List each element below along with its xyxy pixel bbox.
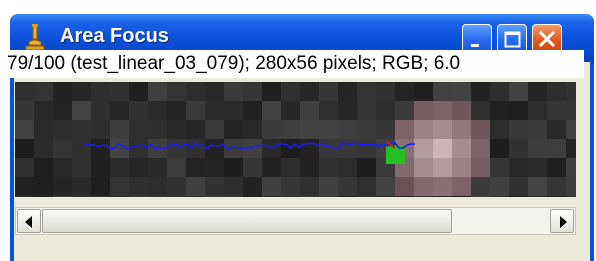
scrollbar-track[interactable] xyxy=(454,209,549,233)
image-info-bar: 79/100 (test_linear_03_079); 280x56 pixe… xyxy=(7,50,584,78)
arrow-right-icon xyxy=(560,216,567,228)
scroll-right-button[interactable] xyxy=(550,209,574,233)
arrow-left-icon xyxy=(25,216,32,228)
scrollbar-thumb[interactable] xyxy=(42,209,452,233)
scroll-left-button[interactable] xyxy=(17,209,41,233)
window-title: Area Focus xyxy=(60,25,169,47)
microscope-icon xyxy=(24,24,46,52)
image-canvas[interactable] xyxy=(15,82,576,197)
horizontal-scrollbar[interactable] xyxy=(15,207,576,235)
pixel-image xyxy=(15,82,576,197)
